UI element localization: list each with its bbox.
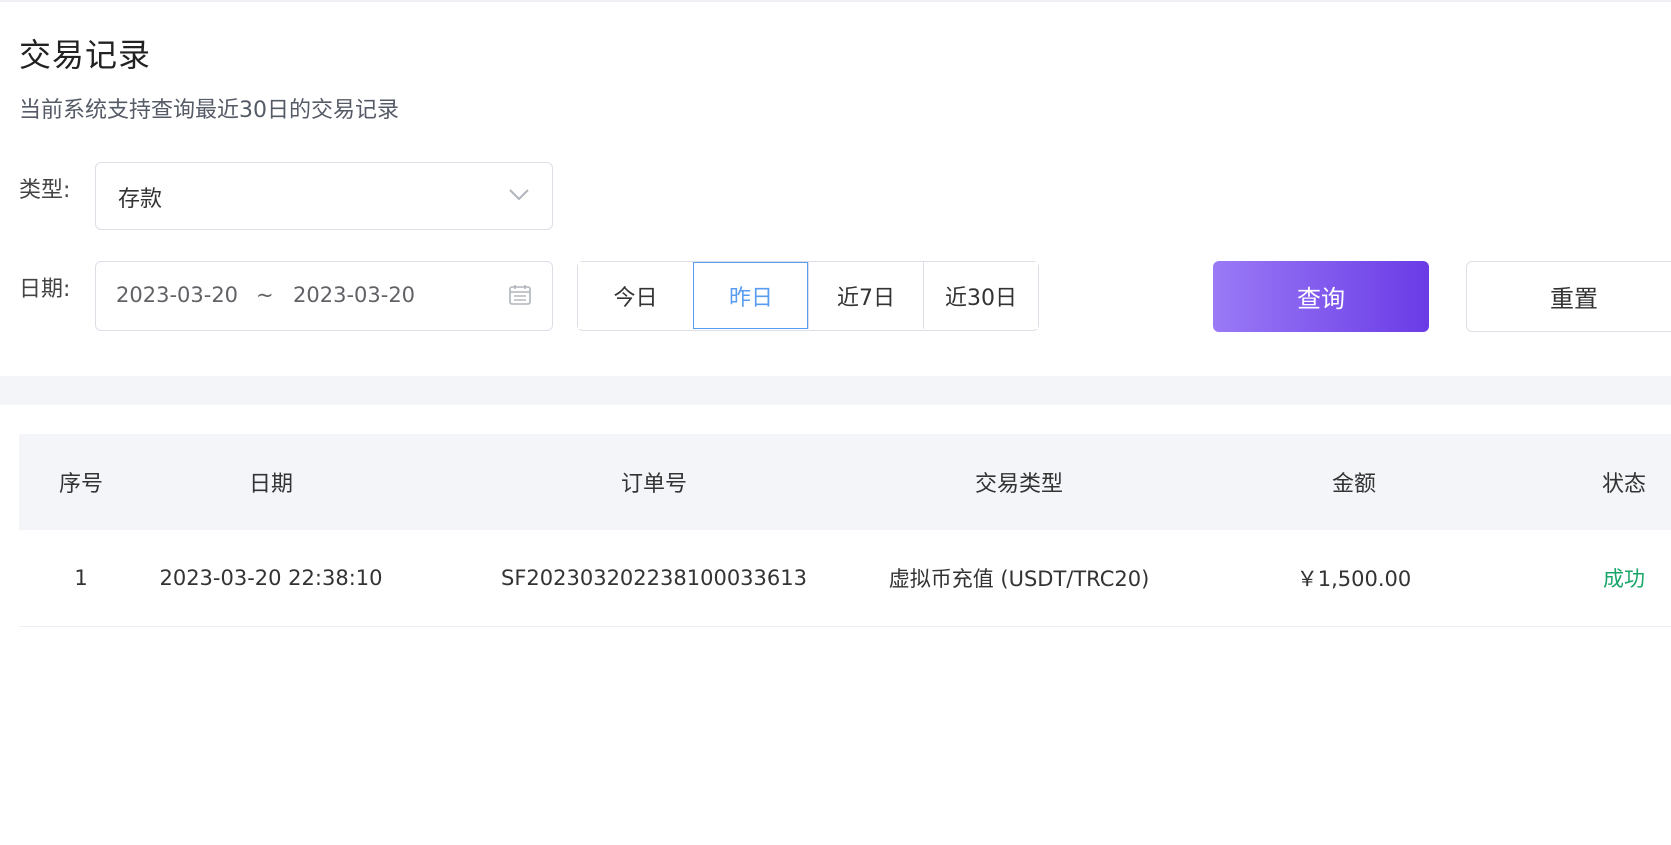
- transaction-records-page: 交易记录 当前系统支持查询最近30日的交易记录 类型: 存款 日期: 2023-…: [0, 0, 1671, 845]
- quick-range-group: 今日 昨日 近7日 近30日: [577, 261, 1039, 331]
- header-date: 日期: [248, 472, 293, 497]
- type-select[interactable]: 存款: [95, 162, 553, 230]
- transactions-table: 序号 日期 订单号 交易类型 金额 状态 1 2023-03-20 22:38:…: [19, 434, 1671, 627]
- date-end[interactable]: 2023-03-20: [293, 283, 415, 307]
- header-index: 序号: [58, 472, 103, 497]
- type-label: 类型:: [19, 178, 71, 203]
- row-transaction-type: 虚拟币充值 (USDT/TRC20): [888, 567, 1150, 591]
- header-amount: 金额: [1331, 472, 1376, 497]
- page-subtitle: 当前系统支持查询最近30日的交易记录: [19, 98, 399, 123]
- row-order-no: SF2023032022381000336​13: [501, 566, 807, 590]
- quick-range-7days[interactable]: 近7日: [808, 262, 923, 329]
- date-start[interactable]: 2023-03-20: [116, 283, 238, 307]
- query-button[interactable]: 查询: [1213, 261, 1429, 332]
- date-range-picker[interactable]: 2023-03-20 ~ 2023-03-20: [95, 261, 553, 331]
- page-title: 交易记录: [19, 36, 152, 74]
- header-order-no: 订单号: [620, 472, 687, 497]
- date-label: 日期:: [19, 277, 71, 302]
- quick-range-today[interactable]: 今日: [578, 262, 693, 329]
- date-separator: ~: [256, 283, 274, 307]
- row-amount: ￥1,500.00: [1296, 567, 1412, 591]
- row-date: 2023-03-20 22:38:10: [159, 566, 383, 590]
- header-status: 状态: [1601, 472, 1646, 497]
- section-divider: [0, 376, 1671, 405]
- calendar-icon[interactable]: [508, 284, 532, 311]
- header-transaction-type: 交易类型: [974, 472, 1063, 497]
- row-index: 1: [74, 566, 88, 590]
- reset-button[interactable]: 重置: [1466, 261, 1671, 332]
- chevron-down-icon: [508, 187, 530, 206]
- type-select-value: 存款: [118, 187, 163, 212]
- quick-range-30days[interactable]: 近30日: [923, 262, 1038, 329]
- table-header: 序号 日期 订单号 交易类型 金额 状态: [19, 434, 1671, 530]
- quick-range-yesterday[interactable]: 昨日: [693, 262, 808, 329]
- top-divider: [0, 0, 1671, 2]
- row-status: 成功: [1603, 567, 1645, 591]
- table-row: 1 2023-03-20 22:38:10 SF2023032022381000…: [19, 530, 1671, 627]
